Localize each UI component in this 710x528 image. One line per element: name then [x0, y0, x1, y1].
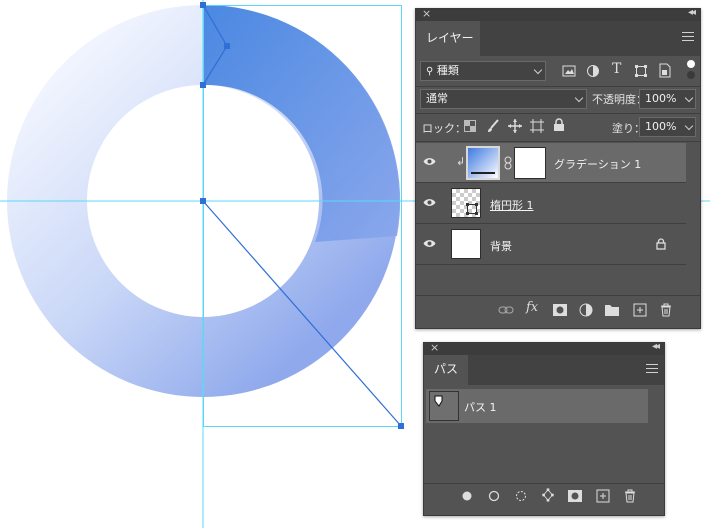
chevron-down-icon [533, 65, 543, 75]
gradient-fill-thumbnail[interactable] [466, 146, 500, 180]
eye-icon[interactable] [423, 198, 436, 207]
fill-value: 100% [645, 120, 677, 133]
close-icon[interactable]: × [430, 341, 439, 354]
chevron-down-icon [574, 93, 584, 103]
mask-icon[interactable] [567, 489, 583, 503]
opacity-input[interactable]: 100% [639, 89, 696, 109]
layer-row-ellipse[interactable]: 楕円形 1 [416, 184, 686, 224]
panel-menu-icon[interactable] [646, 364, 658, 376]
anchor-point[interactable] [200, 198, 206, 204]
layer-mask-thumbnail[interactable] [514, 147, 546, 179]
path-thumbnail[interactable] [429, 391, 459, 421]
tab-paths[interactable]: パス [424, 355, 468, 385]
blend-mode-select[interactable]: 通常 [420, 89, 587, 109]
path-shape-icon [434, 395, 443, 407]
trash-icon[interactable] [658, 303, 674, 317]
filter-toggle-icon[interactable] [686, 59, 696, 81]
folder-icon[interactable] [604, 303, 620, 317]
image-icon[interactable] [562, 64, 576, 78]
search-icon: ⚲ [426, 66, 434, 77]
path-name[interactable]: パス 1 [464, 399, 497, 415]
path-row[interactable]: パス 1 [426, 389, 648, 423]
type-icon[interactable]: T [612, 61, 621, 77]
layers-panel-titlebar[interactable]: × ◂◂ [416, 7, 700, 21]
layer-row-background[interactable]: 背景 [416, 225, 686, 265]
collapse-icon[interactable]: ◂◂ [688, 7, 696, 18]
adjustment-icon[interactable] [586, 64, 600, 78]
new-layer-icon[interactable] [632, 303, 648, 317]
eye-icon[interactable] [423, 239, 436, 248]
tab-layers-label: レイヤー [426, 31, 474, 45]
eye-icon[interactable] [423, 157, 436, 166]
anchor-point[interactable] [200, 2, 206, 8]
link-icon[interactable] [504, 156, 512, 170]
layer-name[interactable]: 背景 [490, 238, 512, 254]
lock-label: ロック： [422, 122, 466, 135]
layers-panel: × ◂◂ レイヤー ⚲ 種類 T 通常 不透明度： 100% ロック： 塗り： … [415, 7, 701, 329]
anchor-point[interactable] [398, 423, 404, 429]
lock-artboard-icon[interactable] [530, 119, 544, 133]
fill-path-icon[interactable] [459, 489, 475, 503]
shape-thumbnail[interactable] [451, 188, 481, 218]
layer-row-gradient[interactable]: ↲ グラデーション 1 [416, 143, 686, 183]
layer-name[interactable]: グラデーション 1 [554, 156, 641, 172]
clip-arrow-icon: ↲ [456, 155, 466, 168]
layer-filter-select[interactable]: ⚲ 種類 [420, 61, 546, 81]
blend-mode-value: 通常 [426, 92, 448, 105]
new-path-icon[interactable] [595, 489, 611, 503]
shape-icon [466, 203, 478, 215]
trash-icon[interactable] [622, 489, 638, 503]
link-icon[interactable] [498, 303, 514, 317]
adjustment-layer-icon[interactable] [578, 303, 594, 317]
filter-value: 種類 [436, 64, 459, 77]
paths-panel-tabrow: パス [424, 355, 664, 385]
layers-panel-tabrow: レイヤー [416, 21, 700, 56]
shape-icon[interactable] [634, 64, 648, 78]
panel-menu-icon[interactable] [682, 32, 694, 44]
lock-position-icon[interactable] [508, 119, 522, 133]
layer-name[interactable]: 楕円形 1 [490, 197, 534, 213]
selection-path-icon[interactable] [513, 489, 529, 503]
close-icon[interactable]: × [422, 7, 431, 20]
lock-transparent-icon[interactable] [464, 120, 476, 132]
mask-icon[interactable] [552, 303, 568, 317]
smart-object-icon[interactable] [658, 63, 672, 78]
collapse-icon[interactable]: ◂◂ [652, 341, 660, 352]
lock-icon[interactable] [656, 238, 666, 250]
chevron-down-icon[interactable] [684, 121, 694, 131]
anchor-point[interactable] [224, 43, 230, 49]
stroke-path-icon[interactable] [486, 489, 502, 503]
chevron-down-icon[interactable] [684, 93, 694, 103]
lock-all-icon[interactable] [553, 118, 565, 132]
work-path-icon[interactable] [540, 488, 556, 502]
opacity-value: 100% [645, 92, 677, 105]
anchor-point[interactable] [200, 82, 206, 88]
tab-layers[interactable]: レイヤー [416, 21, 480, 56]
fill-input[interactable]: 100% [639, 117, 696, 137]
fx-icon[interactable]: fx [526, 300, 542, 315]
background-thumbnail[interactable] [451, 229, 481, 259]
tab-paths-label: パス [434, 362, 459, 376]
paths-panel: × ◂◂ パス パス 1 [423, 341, 665, 516]
paths-panel-titlebar[interactable]: × ◂◂ [424, 341, 664, 355]
lock-paint-icon[interactable] [486, 119, 500, 133]
